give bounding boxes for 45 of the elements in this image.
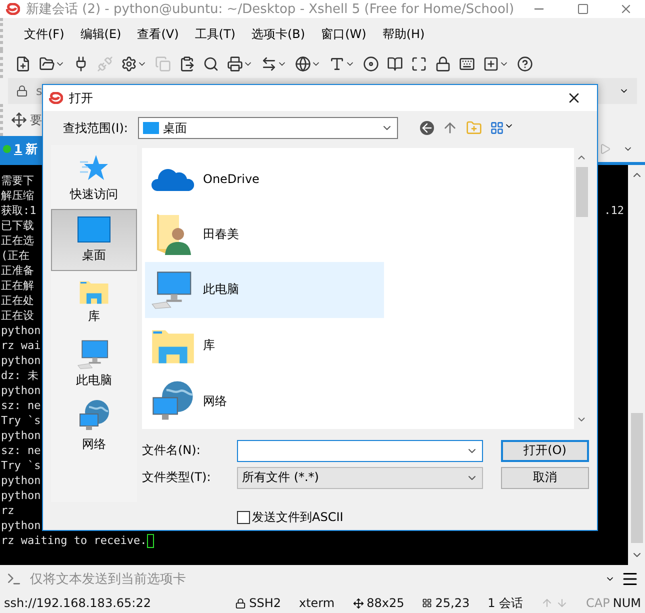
session-count: 1 会话 — [488, 594, 524, 612]
terminal-line: rz wai — [1, 338, 41, 353]
terminal-line: 正在解 — [1, 278, 34, 293]
terminal-line: sz: ne — [1, 443, 41, 458]
protocol-text: SSH2 — [249, 596, 281, 610]
terminal-line: 正准备 — [1, 263, 34, 278]
terminal-line: python — [1, 428, 41, 443]
terminal-line: python — [1, 473, 41, 488]
terminal-line: 正在选 — [1, 233, 34, 248]
tab-number: 1 — [14, 142, 22, 156]
connection-address: ssh://192.168.183.65:22 — [4, 596, 151, 610]
size-text: 88x25 — [366, 596, 404, 610]
num-indicator: NUM — [612, 596, 641, 610]
terminal-line: (正在 — [1, 248, 30, 263]
terminal-line: rz waiting to receive. — [1, 533, 154, 548]
file-name-label: 文件名(N): — [142, 442, 202, 459]
terminal-line: Try `s — [1, 458, 41, 473]
session-text: 要 — [30, 112, 42, 128]
terminal-line: python — [1, 383, 41, 398]
caps-indicator: CAP — [586, 596, 610, 610]
terminal-line: python — [1, 353, 41, 368]
terminal-line: dz: 未 — [1, 368, 38, 383]
terminal-line: 正在设 — [1, 308, 34, 323]
terminal-line: rz — [1, 503, 14, 518]
terminal-line: 需要下 — [1, 173, 34, 188]
terminal-line: python — [1, 323, 41, 338]
terminal-line: python — [1, 518, 41, 533]
look-in-value: 桌面 — [162, 120, 188, 136]
dialog-title: 打开 — [69, 90, 94, 106]
tab-label: 新 — [25, 140, 38, 158]
terminal-line: 正在处 — [1, 293, 34, 308]
terminal-line: python — [1, 488, 41, 503]
look-in-label: 查找范围(I): — [63, 120, 128, 136]
terminal-type: xterm — [298, 596, 335, 610]
position-text: 25,23 — [435, 596, 470, 610]
file-type-value: 所有文件 (*.*) — [242, 469, 320, 486]
terminal-line: 获取:1 — [1, 203, 36, 218]
terminal-line: 已下载 — [1, 218, 34, 233]
terminal-line: .12 — [604, 203, 624, 218]
terminal-line: 解压缩 — [1, 188, 34, 203]
terminal-line: sz: ne — [1, 398, 41, 413]
window-title: 新建会话 (2) - python@ubuntu: ~/Desktop - Xshell 5 (Free for Home/School) — [26, 1, 514, 18]
checkbox-label: 发送文件到ASCII — [252, 509, 344, 526]
terminal-line: Try `s — [1, 413, 41, 428]
file-type-label: 文件类型(T): — [142, 469, 212, 486]
